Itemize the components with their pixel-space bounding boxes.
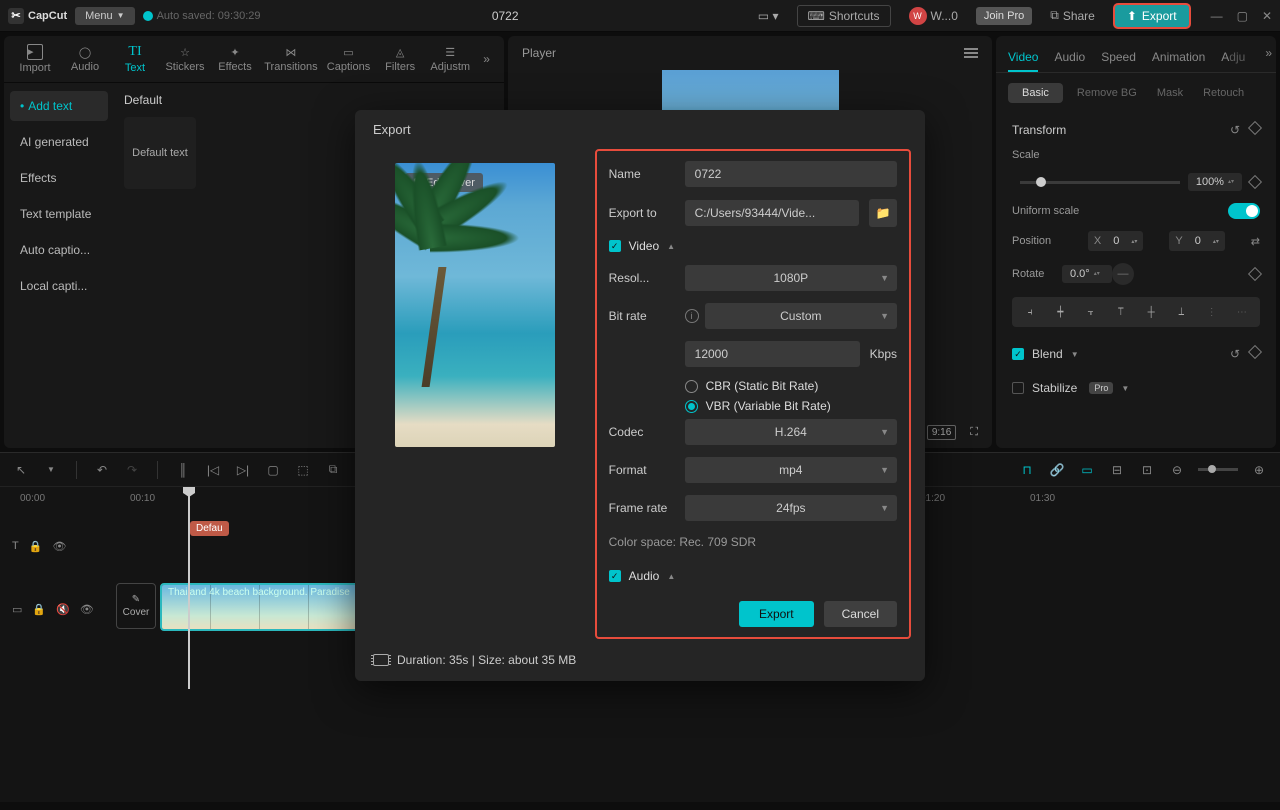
cover-image [395,193,555,387]
cbr-label: CBR (Static Bit Rate) [706,379,819,393]
export-settings: Name Export to C:/Users/93444/Vide... 📁 … [595,149,911,639]
name-label: Name [609,167,675,181]
bitrate-number-input[interactable] [685,341,860,367]
modal-cancel-button[interactable]: Cancel [824,601,897,627]
chevron-down-icon: ▼ [880,311,889,321]
export-modal: Export ✎ Edit cover [355,110,925,681]
exportto-label: Export to [609,206,675,220]
chevron-down-icon: ▼ [880,503,889,513]
film-icon [373,654,389,666]
chevron-down-icon: ▼ [880,273,889,283]
video-section-label: Video [629,239,659,253]
modal-footer: Duration: 35s | Size: about 35 MB [355,639,925,681]
codec-select[interactable]: H.264▼ [685,419,897,445]
cover-preview-area: ✎ Edit cover [369,149,581,639]
export-modal-backdrop: Export ✎ Edit cover [0,0,1280,810]
modal-title: Export [355,110,925,149]
collapse-icon[interactable]: ▲ [667,572,675,581]
format-select[interactable]: mp4▼ [685,457,897,483]
framerate-label: Frame rate [609,501,675,515]
resolution-label: Resol... [609,271,675,285]
audio-section-label: Audio [629,569,660,583]
format-label: Format [609,463,675,477]
video-section-check[interactable]: ✓ [609,240,621,252]
bitrate-label: Bit rate [609,309,675,323]
bitrate-info-icon[interactable]: i [685,309,699,323]
resolution-select[interactable]: 1080P▼ [685,265,897,291]
codec-label: Codec [609,425,675,439]
browse-folder-button[interactable]: 📁 [869,199,897,227]
name-input[interactable] [685,161,897,187]
chevron-down-icon: ▼ [880,427,889,437]
framerate-select[interactable]: 24fps▼ [685,495,897,521]
colorspace-text: Color space: Rec. 709 SDR [609,535,897,549]
bitrate-unit: Kbps [870,347,897,361]
cover-preview[interactable]: ✎ Edit cover [395,163,555,447]
cbr-radio[interactable] [685,380,698,393]
audio-section-check[interactable]: ✓ [609,570,621,582]
vbr-label: VBR (Variable Bit Rate) [706,399,831,413]
folder-icon: 📁 [876,206,891,220]
modal-export-button[interactable]: Export [739,601,814,627]
chevron-down-icon: ▼ [880,465,889,475]
collapse-icon[interactable]: ▲ [667,242,675,251]
bitrate-select[interactable]: Custom▼ [705,303,897,329]
duration-size-text: Duration: 35s | Size: about 35 MB [397,653,576,667]
vbr-radio[interactable] [685,400,698,413]
exportto-path[interactable]: C:/Users/93444/Vide... [685,200,859,226]
